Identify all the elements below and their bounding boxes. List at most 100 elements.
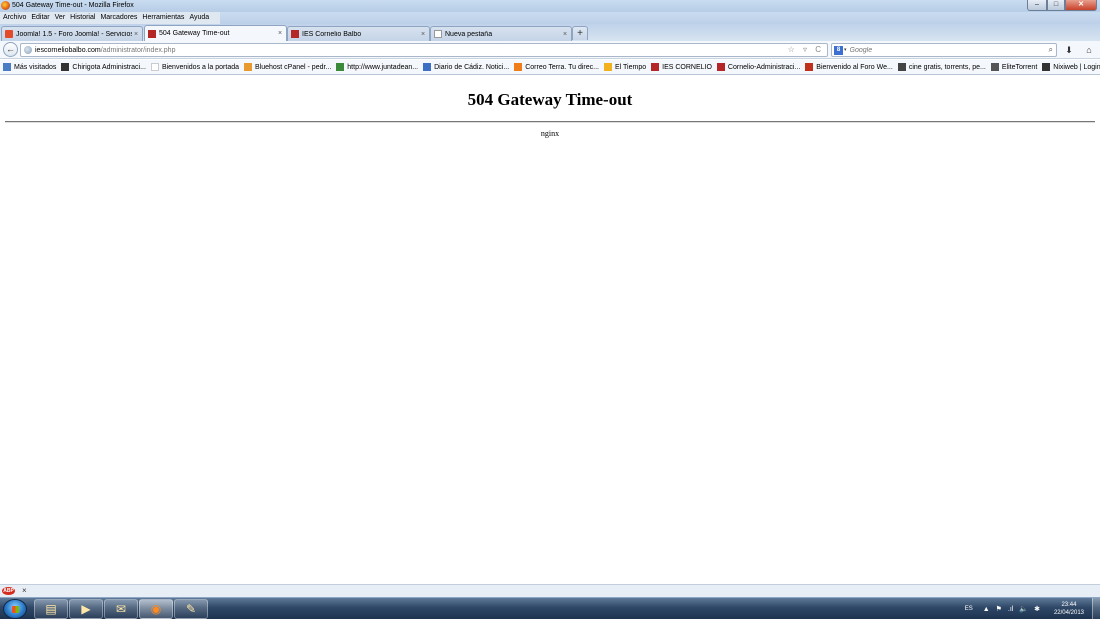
bookmark-label: Bienvenidos a la portada bbox=[161, 63, 239, 71]
blank-icon bbox=[150, 63, 159, 71]
bookmark-item[interactable]: http://www.juntadean... bbox=[336, 63, 418, 71]
taskbar-paint-button[interactable]: ✎ bbox=[174, 599, 208, 619]
paint-icon: ✎ bbox=[185, 602, 197, 616]
adblock-icon[interactable]: ABP bbox=[2, 587, 15, 595]
home-icon[interactable]: ⌂ bbox=[1083, 44, 1095, 56]
page-title: 504 Gateway Time-out bbox=[467, 90, 633, 109]
clock[interactable]: 23:44 22/04/2013 bbox=[1054, 601, 1084, 617]
site-icon bbox=[61, 63, 70, 71]
show-desktop-button[interactable] bbox=[1092, 598, 1100, 619]
bluetooth-icon[interactable]: ✱ bbox=[1034, 605, 1040, 613]
taskbar-firefox-button[interactable]: ◉ bbox=[139, 599, 173, 619]
server-signature: nginx bbox=[540, 129, 560, 138]
menu-ver[interactable]: Ver bbox=[55, 12, 66, 24]
bookmark-item[interactable]: Bienvenido al Foro We... bbox=[805, 63, 893, 71]
bookmark-item[interactable]: Nixiweb | Login bbox=[1042, 63, 1100, 71]
tab-new-tab[interactable]: Nueva pestaña × bbox=[430, 26, 572, 41]
blank-page-icon bbox=[434, 30, 442, 38]
forum-icon bbox=[805, 63, 814, 71]
site-identity-icon[interactable] bbox=[24, 46, 32, 54]
menu-herramientas[interactable]: Herramientas bbox=[142, 12, 184, 24]
bookmark-item[interactable]: Bienvenidos a la portada bbox=[150, 63, 239, 71]
lightning-icon bbox=[1042, 63, 1051, 71]
bookmark-label: Más visitados bbox=[14, 63, 57, 71]
action-center-flag-icon[interactable]: ⚑ bbox=[996, 605, 1002, 613]
menu-editar[interactable]: Editar bbox=[31, 12, 49, 24]
media-player-icon: ▶ bbox=[81, 602, 91, 616]
download-icon[interactable]: ⬇ bbox=[1063, 44, 1075, 56]
bookmark-label: EliteTorrent bbox=[1001, 63, 1038, 71]
clock-time: 23:44 bbox=[1061, 602, 1077, 608]
window-title-bar[interactable]: 504 Gateway Time-out - Mozilla Firefox –… bbox=[0, 0, 1100, 12]
bookmark-item[interactable]: Más visitados bbox=[3, 63, 56, 71]
taskbar-media-player-button[interactable]: ▶ bbox=[69, 599, 103, 619]
tab-close-icon[interactable]: × bbox=[419, 31, 427, 38]
bookmark-item[interactable]: Cornelio-Administraci... bbox=[716, 63, 801, 71]
newspaper-icon bbox=[423, 63, 432, 71]
search-input[interactable] bbox=[849, 46, 1040, 54]
bookmark-item[interactable]: EliteTorrent bbox=[990, 63, 1038, 71]
menu-bar-filler bbox=[220, 12, 1100, 24]
search-bar[interactable]: 8 ▾ ⌕ bbox=[831, 43, 1057, 57]
language-indicator[interactable]: ES bbox=[965, 606, 973, 612]
tab-close-icon[interactable]: × bbox=[561, 31, 569, 38]
bookmark-item[interactable]: Diario de Cádiz. Notici... bbox=[423, 63, 509, 71]
search-engine-icon[interactable]: 8 bbox=[834, 45, 843, 55]
show-hidden-icons-icon[interactable]: ▲ bbox=[983, 606, 990, 613]
bookmark-item[interactable]: Correo Terra. Tu direc... bbox=[514, 63, 599, 71]
tab-ies-cornelio-balbo[interactable]: IES Cornelio Balbo × bbox=[287, 26, 430, 41]
search-icon[interactable]: ⌕ bbox=[1049, 45, 1053, 55]
tab-label: Nueva pestaña bbox=[445, 30, 493, 38]
tab-joomla-forum[interactable]: Joomla! 1.5 - Foro Joomla! - Servicios .… bbox=[1, 26, 143, 41]
bookmark-item[interactable]: IES CORNELIO bbox=[651, 63, 712, 71]
clock-date: 22/04/2013 bbox=[1053, 610, 1084, 616]
bookmark-item[interactable]: El Tiempo bbox=[604, 63, 646, 71]
ies-logo-icon bbox=[651, 63, 660, 71]
bookmark-label: Cornelio-Administraci... bbox=[727, 63, 801, 71]
url-bar-actions-icon[interactable]: ☆ ▿ C bbox=[788, 45, 824, 54]
bookmark-label: Correo Terra. Tu direc... bbox=[525, 63, 599, 71]
bookmark-item[interactable]: cine gratis, torrents, pe... bbox=[897, 63, 986, 71]
taskbar-thunderbird-button[interactable]: ✉ bbox=[104, 599, 138, 619]
menu-marcadores[interactable]: Marcadores bbox=[100, 12, 137, 24]
tab-gateway-timeout[interactable]: 504 Gateway Time-out × bbox=[144, 25, 287, 41]
new-tab-button[interactable]: + bbox=[572, 26, 588, 40]
bookmark-label: cine gratis, torrents, pe... bbox=[908, 63, 986, 71]
bookmark-item[interactable]: Bluehost cPanel - pedr... bbox=[244, 63, 331, 71]
tab-close-icon[interactable]: × bbox=[132, 31, 140, 38]
start-button[interactable] bbox=[3, 599, 27, 619]
thunderbird-icon: ✉ bbox=[115, 602, 127, 616]
back-button[interactable]: ← bbox=[3, 42, 18, 57]
taskbar: ▤ ▶ ✉ ◉ ✎ ES ▲ ⚑ .ıl 🔈 ✱ 23:44 22/04/2013 bbox=[0, 597, 1100, 619]
ies-logo-icon bbox=[291, 30, 299, 38]
bookmark-label: Chirigota Administraci... bbox=[72, 63, 146, 71]
system-tray: ES ▲ ⚑ .ıl 🔈 ✱ 23:44 22/04/2013 bbox=[965, 598, 1100, 619]
volume-icon[interactable]: 🔈 bbox=[1019, 605, 1028, 613]
bookmarks-toolbar: Más visitados Chirigota Administraci... Bi… bbox=[0, 60, 1100, 75]
page-content: 504 Gateway Time-out nginx bbox=[0, 76, 1100, 584]
bookmarks-icon bbox=[3, 63, 11, 71]
close-button[interactable]: ✕ bbox=[1065, 0, 1097, 11]
chevron-down-icon[interactable]: ▾ bbox=[844, 47, 847, 53]
menu-bar: Archivo Editar Ver Historial Marcadores … bbox=[0, 12, 220, 24]
minimize-button[interactable]: – bbox=[1027, 0, 1047, 11]
window-controls: – □ ✕ bbox=[1027, 0, 1097, 11]
bookmark-label: Bluehost cPanel - pedr... bbox=[255, 63, 332, 71]
close-addon-bar-icon[interactable]: × bbox=[22, 586, 27, 595]
tab-close-icon[interactable]: × bbox=[276, 30, 284, 37]
weather-icon bbox=[604, 63, 612, 71]
network-icon[interactable]: .ıl bbox=[1008, 606, 1013, 613]
menu-historial[interactable]: Historial bbox=[70, 12, 95, 24]
bookmark-item[interactable]: Chirigota Administraci... bbox=[61, 63, 146, 71]
bookmark-label: http://www.juntadean... bbox=[347, 63, 419, 71]
ies-logo-icon bbox=[148, 29, 156, 38]
menu-archivo[interactable]: Archivo bbox=[3, 12, 26, 24]
maximize-button[interactable]: □ bbox=[1047, 0, 1065, 11]
bookmark-label: Diario de Cádiz. Notici... bbox=[434, 63, 510, 71]
menu-ayuda[interactable]: Ayuda bbox=[189, 12, 209, 24]
url-bar[interactable]: iescorneliobalbo.com/administrator/index… bbox=[20, 43, 828, 57]
tab-label: IES Cornelio Balbo bbox=[302, 30, 362, 38]
taskbar-explorer-button[interactable]: ▤ bbox=[34, 599, 68, 619]
bookmark-label: IES CORNELIO bbox=[662, 63, 712, 71]
tab-strip: Joomla! 1.5 - Foro Joomla! - Servicios .… bbox=[0, 24, 1100, 41]
